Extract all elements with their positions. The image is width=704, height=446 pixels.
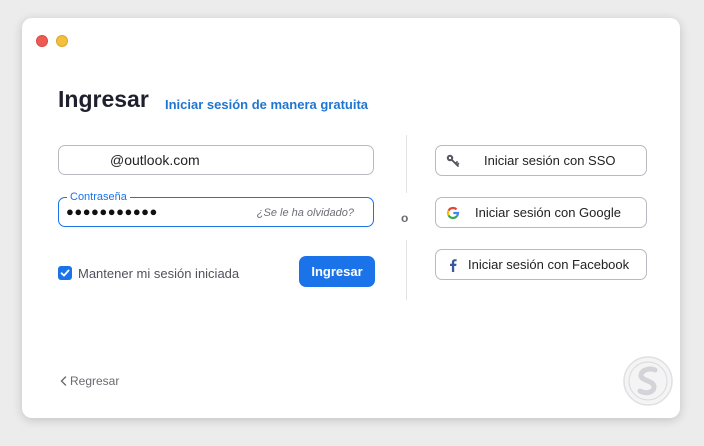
divider-bottom — [406, 240, 407, 300]
watermark-logo-icon — [623, 356, 673, 406]
page-title: Ingresar — [58, 86, 149, 112]
password-field[interactable]: Contraseña ●●●●●●●●●●● ¿Se le ha olvidad… — [58, 190, 374, 227]
chevron-left-icon — [60, 376, 67, 386]
close-window-button[interactable] — [36, 35, 48, 47]
minimize-window-button[interactable] — [56, 35, 68, 47]
facebook-signin-button[interactable]: Iniciar sesión con Facebook — [435, 249, 647, 280]
google-signin-label: Iniciar sesión con Google — [475, 205, 621, 220]
back-label: Regresar — [70, 374, 120, 388]
free-signup-link[interactable]: Iniciar sesión de manera gratuita — [165, 97, 368, 112]
sso-signin-button[interactable]: Iniciar sesión con SSO — [435, 145, 647, 176]
facebook-icon — [450, 259, 457, 272]
password-label: Contraseña — [67, 190, 130, 204]
key-icon — [446, 154, 460, 167]
forgot-password-link[interactable]: ¿Se le ha olvidado? — [257, 207, 354, 219]
divider-top — [406, 135, 407, 193]
signin-button[interactable]: Ingresar — [299, 256, 375, 287]
email-field[interactable]: @outlook.com — [58, 145, 374, 175]
password-value: ●●●●●●●●●●● — [66, 204, 158, 219]
google-signin-button[interactable]: Iniciar sesión con Google — [435, 197, 647, 228]
google-icon — [446, 206, 460, 220]
sso-signin-label: Iniciar sesión con SSO — [484, 153, 616, 168]
keep-signed-in-checkbox[interactable] — [58, 266, 72, 280]
login-window: Ingresar Iniciar sesión de manera gratui… — [22, 18, 680, 418]
facebook-signin-label: Iniciar sesión con Facebook — [468, 257, 630, 272]
checkmark-icon — [60, 269, 70, 277]
email-value: @outlook.com — [110, 152, 200, 168]
back-link[interactable]: Regresar — [60, 374, 119, 388]
keep-signed-in-label[interactable]: Mantener mi sesión iniciada — [78, 266, 239, 281]
or-separator: o — [401, 211, 409, 225]
